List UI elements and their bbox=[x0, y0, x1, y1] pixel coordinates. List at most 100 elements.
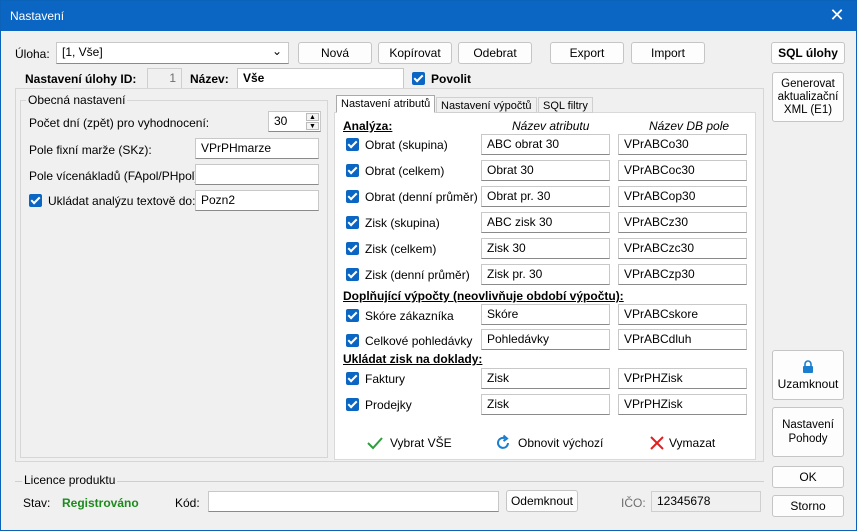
pohoda-settings-button[interactable]: Nastavení Pohody bbox=[772, 407, 844, 457]
cancel-button[interactable]: Storno bbox=[772, 495, 844, 517]
overhead-field[interactable] bbox=[195, 164, 319, 185]
fixed-margin-field[interactable]: VPrPHmarze bbox=[195, 138, 319, 159]
row-label: Skóre zákazníka bbox=[365, 309, 454, 323]
save-text-field[interactable]: Pozn2 bbox=[195, 190, 319, 211]
row-label: Zisk (skupina) bbox=[365, 216, 440, 230]
row-label: Zisk (denní průměr) bbox=[365, 268, 470, 282]
row-checkbox[interactable] bbox=[346, 242, 359, 255]
days-value: 30 bbox=[274, 114, 288, 128]
save-text-checkbox[interactable] bbox=[29, 194, 42, 207]
db-field[interactable]: VPrPHZisk bbox=[618, 394, 747, 415]
attr-name-field[interactable]: Zisk 30 bbox=[481, 238, 610, 259]
row-checkbox[interactable] bbox=[346, 309, 359, 322]
generate-xml-label: Generovat aktualizační XML (E1) bbox=[777, 77, 839, 116]
row-checkbox[interactable] bbox=[346, 216, 359, 229]
task-id-label: Nastavení úlohy ID: bbox=[25, 72, 137, 86]
task-id-field: 1 bbox=[147, 68, 182, 89]
row-checkbox[interactable] bbox=[346, 372, 359, 385]
db-field[interactable]: VPrABCop30 bbox=[618, 186, 747, 207]
settings-window: Nastavení ✕ Úloha: [1, Vše] ⌄ Nová Kopír… bbox=[0, 0, 857, 531]
attr-name-field[interactable]: ABC zisk 30 bbox=[481, 212, 610, 233]
clear-label: Vymazat bbox=[669, 436, 716, 450]
tab-attributes[interactable]: Nastavení atributů bbox=[336, 95, 436, 113]
clear-x-icon bbox=[650, 436, 664, 450]
uloha-label: Úloha: bbox=[15, 47, 50, 61]
section-docs: Ukládat zisk na doklady: bbox=[343, 352, 483, 366]
row-checkbox[interactable] bbox=[346, 334, 359, 347]
db-field[interactable]: VPrABCdluh bbox=[618, 329, 747, 350]
remove-button[interactable]: Odebrat bbox=[458, 42, 532, 64]
stepper-down-icon[interactable]: ▼ bbox=[306, 122, 319, 130]
checkmark-icon bbox=[367, 437, 383, 450]
license-divider bbox=[15, 481, 764, 482]
title-bar: Nastavení ✕ bbox=[1, 1, 856, 31]
col-db-name: Název DB pole bbox=[649, 119, 730, 133]
stepper-up-icon[interactable]: ▲ bbox=[306, 113, 319, 121]
ok-button[interactable]: OK bbox=[772, 466, 844, 488]
enable-checkbox[interactable] bbox=[412, 72, 425, 85]
export-button[interactable]: Export bbox=[550, 42, 624, 64]
fixed-margin-label: Pole fixní marže (SKz): bbox=[29, 143, 152, 157]
close-icon[interactable]: ✕ bbox=[826, 5, 848, 27]
uloha-select-value: [1, Vše] bbox=[62, 45, 103, 59]
row-label: Faktury bbox=[365, 372, 406, 386]
task-name-field[interactable]: Vše bbox=[237, 68, 404, 89]
row-label: Obrat (denní průměr) bbox=[365, 190, 478, 204]
attr-name-field[interactable]: Zisk bbox=[481, 368, 610, 389]
license-code-field[interactable] bbox=[208, 491, 499, 512]
new-button[interactable]: Nová bbox=[298, 42, 372, 64]
ico-field: 12345678 bbox=[651, 491, 761, 512]
attr-name-field[interactable]: Obrat pr. 30 bbox=[481, 186, 610, 207]
sql-tasks-button[interactable]: SQL úlohy bbox=[771, 42, 845, 64]
lock-button[interactable]: Uzamknout bbox=[772, 350, 844, 400]
license-state-label: Stav: bbox=[23, 496, 51, 510]
row-checkbox[interactable] bbox=[346, 138, 359, 151]
generate-xml-button[interactable]: Generovat aktualizační XML (E1) bbox=[772, 72, 844, 122]
restore-defaults-action[interactable]: Obnovit výchozí bbox=[494, 433, 603, 453]
task-name-label: Název: bbox=[190, 72, 229, 86]
lock-label: Uzamknout bbox=[777, 376, 839, 391]
refresh-icon bbox=[497, 434, 509, 449]
row-label: Celkové pohledávky bbox=[365, 334, 473, 348]
db-field[interactable]: VPrABCzc30 bbox=[618, 238, 747, 259]
row-label: Prodejky bbox=[365, 398, 412, 412]
license-code-label: Kód: bbox=[175, 496, 200, 510]
lock-icon bbox=[803, 359, 813, 373]
row-label: Obrat (skupina) bbox=[365, 138, 448, 152]
db-field[interactable]: VPrPHZisk bbox=[618, 368, 747, 389]
row-checkbox[interactable] bbox=[346, 398, 359, 411]
db-field[interactable]: VPrABCoc30 bbox=[618, 160, 747, 181]
enable-label: Povolit bbox=[431, 72, 472, 86]
attr-name-field[interactable]: Skóre bbox=[481, 304, 610, 325]
pohoda-settings-label: Nastavení Pohody bbox=[782, 419, 834, 445]
save-text-label: Ukládat analýzu textově do: bbox=[48, 194, 196, 208]
section-analyza: Analýza: bbox=[343, 119, 393, 133]
row-checkbox[interactable] bbox=[346, 268, 359, 281]
attr-name-field[interactable]: Zisk pr. 30 bbox=[481, 264, 610, 285]
window-title: Nastavení bbox=[10, 9, 65, 23]
days-stepper[interactable]: 30 ▲ ▼ bbox=[268, 111, 321, 132]
db-field[interactable]: VPrABCskore bbox=[618, 304, 747, 325]
row-checkbox[interactable] bbox=[346, 164, 359, 177]
clear-action[interactable]: Vymazat bbox=[649, 433, 715, 453]
db-field[interactable]: VPrABCz30 bbox=[618, 212, 747, 233]
row-checkbox[interactable] bbox=[346, 190, 359, 203]
attr-name-field[interactable]: ABC obrat 30 bbox=[481, 134, 610, 155]
db-field[interactable]: VPrABCo30 bbox=[618, 134, 747, 155]
restore-defaults-label: Obnovit výchozí bbox=[518, 436, 604, 450]
select-all-action[interactable]: Vybrat VŠE bbox=[366, 433, 452, 453]
db-field[interactable]: VPrABCzp30 bbox=[618, 264, 747, 285]
uloha-select[interactable]: [1, Vše] ⌄ bbox=[56, 42, 289, 64]
attr-name-field[interactable]: Obrat 30 bbox=[481, 160, 610, 181]
import-button[interactable]: Import bbox=[631, 42, 705, 64]
days-label: Počet dní (zpět) pro vyhodnocení: bbox=[29, 116, 210, 130]
select-all-label: Vybrat VŠE bbox=[390, 436, 452, 450]
attr-name-field[interactable]: Pohledávky bbox=[481, 329, 610, 350]
unlock-button[interactable]: Odemknout bbox=[506, 490, 578, 512]
tab-calculations[interactable]: Nastavení výpočtů bbox=[436, 97, 537, 113]
attr-name-field[interactable]: Zisk bbox=[481, 394, 610, 415]
copy-button[interactable]: Kopírovat bbox=[378, 42, 452, 64]
license-state-value: Registrováno bbox=[62, 496, 139, 510]
tab-sql-filters[interactable]: SQL filtry bbox=[538, 97, 593, 113]
ico-label: IČO: bbox=[621, 496, 646, 510]
